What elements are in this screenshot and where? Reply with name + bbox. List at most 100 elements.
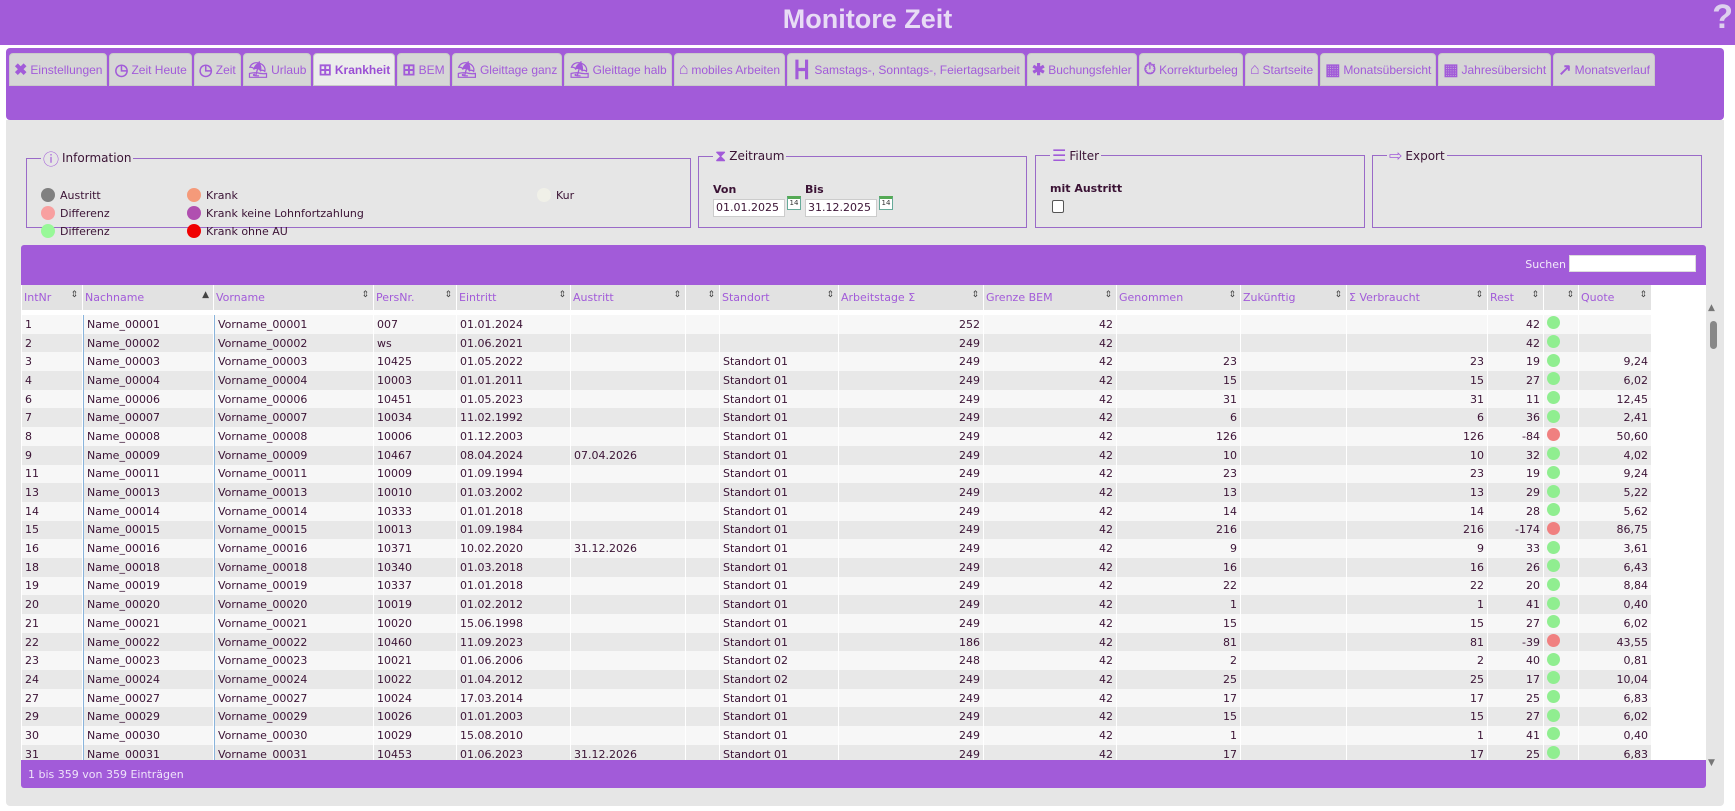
column-header[interactable]: Σ Verbraucht ⇕ (1347, 285, 1487, 310)
column-header[interactable]: Grenze BEM ⇕ (984, 285, 1116, 310)
status-dot-icon (1547, 634, 1560, 648)
status-dot-icon (1547, 596, 1560, 610)
cell-rest: -174 (1488, 520, 1543, 540)
cell-standort: Standort 01 (720, 632, 838, 652)
tab-monatsübersicht[interactable]: ▦ Monatsübersicht (1320, 53, 1437, 86)
table-row[interactable]: 13 Name_00013 Vorname_00013 10010 01.03.2002… (22, 483, 1651, 502)
cell-zukünftig (1241, 576, 1346, 596)
cell-vorname: Vorname_00029 (214, 707, 373, 727)
tab-buchungsfehler[interactable]: ✱ Buchungsfehler (1026, 53, 1137, 86)
table-row[interactable]: 2 Name_00002 Vorname_00002 ws 01.06.2021 249 4… (22, 333, 1651, 353)
status-dot-cell (1544, 501, 1578, 521)
status-dot-cell (1544, 408, 1578, 428)
table-row[interactable]: 9 Name_00009 Vorname_00009 10467 08.04.2024 0… (22, 445, 1651, 465)
column-header[interactable]: Rest ⇕ (1488, 285, 1543, 310)
tab-samstags-sonntags-feiertagsarbeit[interactable]: ┣┫ Samstags-, Sonntags-, Feiertagsarbeit (787, 53, 1025, 86)
table-row[interactable]: 30 Name_00030 Vorname_00030 10029 15.08.2010… (22, 726, 1651, 745)
table-row[interactable]: 3 Name_00003 Vorname_00003 10425 01.05.2022 S… (22, 352, 1651, 372)
legend-item: Differenz (41, 224, 110, 238)
cell-nachname: Name_00027 (83, 688, 213, 708)
column-header[interactable]: Standort ⇕ (720, 285, 838, 310)
tab-urlaub[interactable]: ⛱ Urlaub (242, 53, 312, 86)
table-row[interactable]: 20 Name_00020 Vorname_00020 10019 01.02.2012… (22, 595, 1651, 614)
help-icon[interactable]: ? (1712, 0, 1733, 37)
column-header[interactable]: Zukünftig ⇕ (1241, 285, 1346, 310)
tab-startseite[interactable]: ⌂ Startseite (1244, 53, 1319, 86)
column-header[interactable]: Austritt ⇕ (571, 285, 685, 310)
cell-standort: Standort 01 (720, 352, 838, 372)
tab-monatsverlauf[interactable]: ↗ Monatsverlauf (1553, 53, 1655, 86)
table-row[interactable]: 19 Name_00019 Vorname_00019 10337 01.01.2018… (22, 576, 1651, 596)
table-row[interactable]: 7 Name_00007 Vorname_00007 10034 11.02.1992 S… (22, 408, 1651, 428)
cell-blank (686, 576, 719, 596)
file-export-icon[interactable]: ⇨ (1389, 146, 1402, 165)
table-row[interactable]: 15 Name_00015 Vorname_00015 10013 01.09.1984… (22, 520, 1651, 540)
table-row[interactable]: 29 Name_00029 Vorname_00029 10026 01.01.2003… (22, 707, 1651, 727)
column-header[interactable]: PersNr. ⇕ (374, 285, 456, 310)
table-row[interactable]: 27 Name_00027 Vorname_00027 10024 17.03.2014… (22, 688, 1651, 708)
tab-zeit-heute[interactable]: ◷ Zeit Heute (109, 53, 192, 86)
bis-date-input[interactable]: 31.12.2025 (805, 199, 877, 217)
column-header[interactable]: Nachname ▲ (83, 285, 213, 310)
cell-austritt (571, 726, 685, 745)
table-row[interactable]: 1 Name_00001 Vorname_00001 007 01.01.2024 252… (22, 315, 1651, 334)
column-header[interactable]: Vorname ⇕ (214, 285, 373, 310)
cell-rest: 27 (1488, 614, 1543, 633)
tab-jahresübersicht[interactable]: ▦ Jahresübersicht (1438, 53, 1552, 86)
tab-gleittage-halb[interactable]: ⛱ Gleittage halb (564, 53, 672, 86)
cell-vorname: Vorname_00019 (214, 576, 373, 596)
table-row[interactable]: 18 Name_00018 Vorname_00018 10340 01.03.2018… (22, 557, 1651, 577)
table-scrollbar[interactable]: ▲ ▼ (1708, 303, 1718, 768)
tab-gleittage-ganz[interactable]: ⛱ Gleittage ganz (451, 53, 563, 86)
table-row[interactable]: 8 Name_00008 Vorname_00008 10006 01.12.2003 S… (22, 427, 1651, 446)
cell-standort: Standort 01 (720, 744, 838, 760)
cell-genommen (1117, 315, 1240, 334)
table-row[interactable]: 24 Name_00024 Vorname_00024 10022 01.04.2012… (22, 670, 1651, 689)
tab-einstellungen[interactable]: ✖ Einstellungen (9, 53, 108, 86)
mit-austritt-checkbox[interactable] (1052, 200, 1064, 213)
cell-rest: 20 (1488, 576, 1543, 596)
cell-standort: Standort 01 (720, 501, 838, 521)
table-row[interactable]: 21 Name_00021 Vorname_00021 10020 15.06.1998… (22, 614, 1651, 633)
status-dot-icon (1547, 316, 1560, 330)
column-header[interactable]: IntNr ⇕ (22, 285, 82, 310)
search-input[interactable] (1569, 255, 1696, 272)
cell-genommen: 81 (1117, 632, 1240, 652)
table-row[interactable]: 14 Name_00014 Vorname_00014 10333 01.01.2018… (22, 501, 1651, 521)
cell-eintritt: 01.09.1994 (457, 464, 570, 484)
cell-persnr-: 10425 (374, 352, 456, 372)
cell-standort: Standort 01 (720, 688, 838, 708)
cell-standort: Standort 01 (720, 408, 838, 428)
tab-bem[interactable]: ⊞ BEM (397, 53, 450, 86)
table-row[interactable]: 16 Name_00016 Vorname_00016 10371 10.02.2020… (22, 539, 1651, 558)
column-header[interactable]: Eintritt ⇕ (457, 285, 570, 310)
table-row[interactable]: 4 Name_00004 Vorname_00004 10003 01.01.2011 S… (22, 371, 1651, 390)
calendar-icon[interactable]: 14 (879, 196, 893, 210)
scroll-up-icon[interactable]: ▲ (1708, 303, 1715, 313)
table-row[interactable]: 22 Name_00022 Vorname_00022 10460 11.09.2023… (22, 632, 1651, 652)
table-row[interactable]: 23 Name_00023 Vorname_00023 10021 01.06.2006… (22, 651, 1651, 671)
scroll-thumb[interactable] (1710, 321, 1717, 349)
table-row[interactable]: 6 Name_00006 Vorname_00006 10451 01.05.2023 S… (22, 389, 1651, 409)
column-header[interactable]: Genommen ⇕ (1117, 285, 1240, 310)
calendar-icon[interactable]: 14 (787, 196, 801, 210)
table-row[interactable]: 31 Name_00031 Vorname_00031 10453 01.06.2023… (22, 744, 1651, 760)
column-header[interactable]: ⇕ (1544, 285, 1578, 310)
data-table: IntNr ⇕ Nachname ▲ Vorname ⇕ PersNr. ⇕ Eintritt ⇕… (21, 285, 1706, 760)
scroll-down-icon[interactable]: ▼ (1708, 758, 1715, 768)
cell-eintritt: 01.12.2003 (457, 427, 570, 446)
table-row[interactable]: 11 Name_00011 Vorname_00011 10009 01.09.1994… (22, 464, 1651, 484)
status-dot-icon (1547, 559, 1560, 573)
cell-zukünftig (1241, 427, 1346, 446)
tab-mobiles-arbeiten[interactable]: ⌂ mobiles Arbeiten (673, 53, 786, 86)
column-header[interactable]: Arbeitstage Σ ⇕ (839, 285, 983, 310)
tab-zeit[interactable]: ◷ Zeit (193, 53, 241, 86)
column-header[interactable]: Quote ⇕ (1579, 285, 1651, 310)
cell-blank (686, 651, 719, 671)
tab-krankheit[interactable]: ⊞ Krankheit (313, 53, 396, 86)
column-header[interactable]: ⇕ (686, 285, 719, 310)
cell-rest: -84 (1488, 427, 1543, 446)
von-date-input[interactable]: 01.01.2025 (713, 199, 785, 217)
cell-grenze-bem: 42 (984, 632, 1116, 652)
tab-korrekturbeleg[interactable]: ⏱ Korrekturbeleg (1138, 53, 1243, 86)
